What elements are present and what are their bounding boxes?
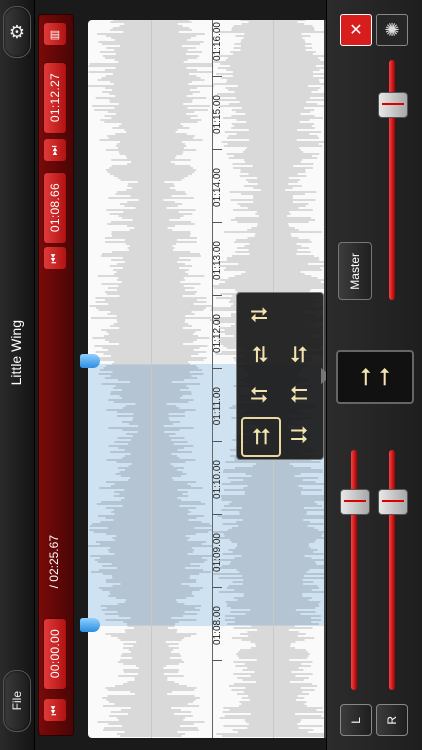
marker-b-label: 01:12.27 [48, 73, 62, 123]
left-fader-track[interactable] [351, 450, 357, 690]
spinner-button[interactable]: ✺ [376, 14, 408, 46]
time-tick-label: 01:09.00 [212, 533, 223, 572]
left-channel-label: L [349, 716, 363, 724]
grid-line [151, 20, 152, 738]
time-tick-mark [212, 149, 222, 150]
time-tick-mark [212, 587, 222, 588]
song-title: Little Wing [8, 320, 24, 386]
master-label: Master [348, 252, 362, 290]
time-tick-mark [212, 222, 222, 223]
time-tick-mark [212, 368, 222, 369]
left-toolbar: ⚙ Little Wing File [0, 0, 35, 750]
close-button[interactable]: ✕ [340, 14, 372, 46]
time-tick-label: 01:11.00 [212, 387, 223, 426]
loop-start-label: 00:00.00 [48, 629, 62, 679]
skip-back-icon: ⏮ [48, 253, 61, 263]
mode-option-4[interactable]: ⮀ [241, 377, 277, 413]
skip-forward-button[interactable]: ⏭ [44, 139, 66, 161]
left-fader-knob[interactable] [340, 488, 370, 515]
time-tick-label: 01:10.00 [212, 460, 223, 499]
time-tick-label: 01:16.00 [212, 22, 223, 61]
skip-to-start-icon: ⏮ [48, 705, 61, 715]
skip-to-start-button[interactable]: ⏮ [44, 699, 66, 721]
file-button-label: File [10, 691, 24, 711]
master-fader-knob[interactable] [378, 92, 408, 119]
marker-b-time[interactable]: 01:12.27 [44, 63, 66, 133]
mode-button[interactable]: ⭡ ⭡ [336, 350, 414, 404]
close-icon: ✕ [349, 22, 363, 39]
loop-start-handle[interactable] [80, 618, 100, 632]
master-button[interactable]: Master [338, 242, 372, 300]
time-tick-mark [212, 441, 222, 442]
marker-a-label: 01:08.66 [48, 183, 62, 233]
mode-option-7[interactable]: ⮆ [281, 417, 317, 453]
time-tick-mark [212, 514, 222, 515]
right-fader-knob[interactable] [378, 488, 408, 515]
marker-a-time[interactable]: 01:08.66 [44, 173, 66, 243]
skip-back-button[interactable]: ⏮ [44, 247, 66, 269]
time-tick-label: 01:08.00 [212, 606, 223, 645]
playlist-icon: ▤ [49, 28, 61, 41]
settings-button[interactable]: ⚙ [3, 6, 31, 58]
mode-option-5[interactable]: ⮄ [281, 377, 317, 413]
skip-forward-icon: ⏭ [48, 145, 61, 155]
spinner-icon: ✺ [384, 19, 400, 40]
mode-option-1[interactable]: ⮂ [241, 297, 277, 333]
time-tick-label: 01:12.00 [212, 314, 223, 353]
time-tick-label: 01:14.00 [212, 168, 223, 207]
right-fader-track[interactable] [389, 450, 395, 690]
right-channel-button[interactable]: R [376, 704, 408, 736]
right-channel-label: R [385, 715, 399, 725]
gear-icon: ⚙ [8, 21, 26, 42]
time-tick-mark [212, 76, 222, 77]
mode-option-3[interactable]: ⮃ [281, 337, 317, 373]
time-tick-mark [212, 660, 222, 661]
total-time: / 02:25.67 [47, 535, 61, 589]
file-button[interactable]: File [3, 670, 31, 732]
left-channel-button[interactable]: L [340, 704, 372, 736]
time-tick-label: 01:15.00 [212, 95, 223, 134]
playlist-button[interactable]: ▤ [44, 23, 66, 45]
time-tick-label: 01:13.00 [212, 241, 223, 280]
loop-start-time[interactable]: 00:00.00 [44, 619, 66, 689]
mode-label: ⭡ ⭡ [359, 363, 391, 391]
time-tick-mark [212, 295, 222, 296]
mode-popover: ⮂ ⮁ ⮃ ⮀ ⮄ ⮅ ⮆ [236, 292, 324, 460]
loop-end-handle[interactable] [80, 354, 100, 368]
transport-strip: ▤ 01:12.27 ⏭ 01:08.66 ⏮ / 02:25.67 00:00… [38, 14, 74, 736]
mode-option-selected[interactable]: ⮅ [241, 417, 281, 457]
mode-option-2[interactable]: ⮁ [241, 337, 277, 373]
